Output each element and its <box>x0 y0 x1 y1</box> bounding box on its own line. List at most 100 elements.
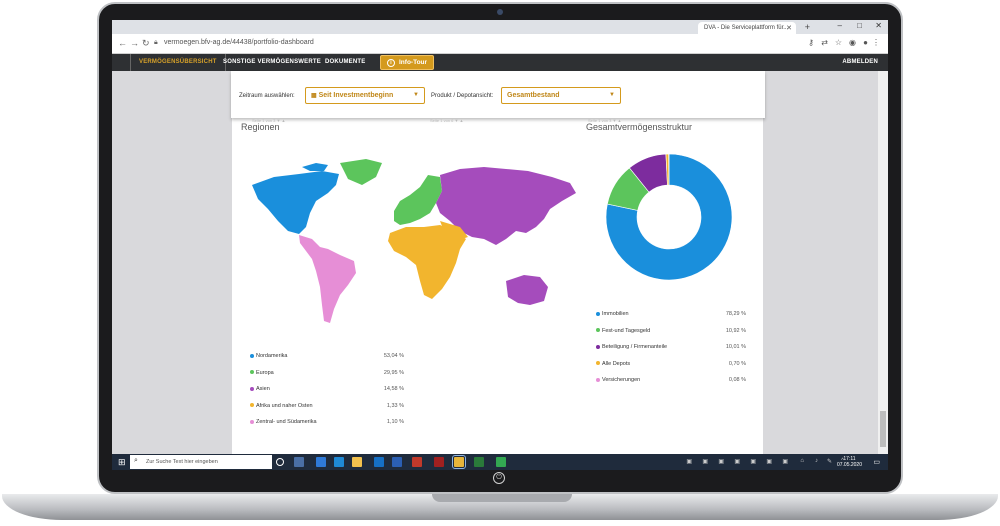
legend-value: 29,95 % <box>383 369 404 376</box>
product-value: Gesamtbestand <box>507 92 560 99</box>
excel-icon[interactable] <box>496 457 506 467</box>
filter-panel: Zeitraum auswählen: ▦ Seit Investmentbeg… <box>231 71 765 118</box>
teams-icon[interactable] <box>474 457 484 467</box>
tray-app-icon[interactable]: ▣ <box>766 458 772 465</box>
legend-swatch <box>596 311 600 316</box>
pen-icon[interactable]: ✎ <box>827 458 832 465</box>
legend-value: 10,92 % <box>725 327 746 334</box>
nav-sonstige-vermoegenswerte[interactable]: SONSTIGE VERMÖGENSWERTE <box>223 59 321 65</box>
legend-label: Immobilien <box>602 311 629 317</box>
tray-app-icon[interactable]: ▣ <box>782 458 788 465</box>
legend-swatch <box>250 386 254 391</box>
legend-label: Asien <box>256 386 270 392</box>
product-label: Produkt / Depotansicht: <box>431 93 494 99</box>
network-icon[interactable]: ⌂ <box>800 458 804 464</box>
legend-swatch <box>250 353 254 358</box>
scroll-thumb[interactable] <box>880 411 886 447</box>
pager-text: Seite 1 von 6 <box>430 118 454 123</box>
word-icon[interactable] <box>392 457 402 467</box>
legend-swatch <box>596 328 600 333</box>
nav-dokumente[interactable]: DOKUMENTE <box>325 59 365 65</box>
laptop-notch <box>432 494 572 502</box>
structure-title: Gesamtvermögensstruktur <box>586 122 693 132</box>
logout-link[interactable]: ABMELDEN <box>842 59 878 65</box>
nav-vermoegensuebersicht[interactable]: VERMÖGENSÜBERSICHT <box>130 54 226 71</box>
tray-app-icon[interactable]: ▣ <box>686 458 692 465</box>
legend-label: Alle Depots <box>602 360 631 367</box>
explorer-icon[interactable] <box>352 457 362 467</box>
volume-icon[interactable]: ♪ <box>815 458 818 464</box>
legend-label: Afrika und naher Osten <box>256 402 313 409</box>
menu-dots-icon[interactable]: ⋮ <box>872 38 880 47</box>
taskbar-clock[interactable]: 17:11 07.05.2020 <box>837 456 862 468</box>
powerpoint-icon[interactable] <box>412 457 422 467</box>
taskbar-search-placeholder: Zur Suche Text hier eingeben <box>146 459 218 465</box>
translate-icon[interactable]: ⇄ <box>821 38 828 47</box>
address-bar: ← → ↻ 🔒︎ vermoegen.bfv-ag.de/44438/portf… <box>112 34 888 54</box>
period-select[interactable]: ▦ Seit Investmentbeginn ▼ <box>305 87 425 104</box>
regions-legend-item: Asien <box>250 386 270 392</box>
url-field[interactable]: vermoegen.bfv-ag.de/44438/portfolio-dash… <box>164 39 314 46</box>
regions-legend-item: Afrika und naher Osten <box>250 403 313 409</box>
outlook-icon[interactable] <box>374 457 384 467</box>
lock-icon: 🔒︎ <box>154 39 158 46</box>
map-region-asia <box>506 275 548 305</box>
task-view-icon[interactable] <box>276 458 284 466</box>
legend-swatch <box>596 377 600 382</box>
browser-tab[interactable]: DVA - Die Serviceplattform für... ✕ <box>698 22 796 34</box>
clock-date: 07.05.2020 <box>836 462 862 468</box>
tray-app-icon[interactable]: ▣ <box>718 458 724 465</box>
minimize-icon[interactable]: – <box>838 21 842 30</box>
chrome-icon[interactable] <box>452 455 466 469</box>
tray-app-icon[interactable]: ▣ <box>734 458 740 465</box>
period-label: Zeitraum auswählen: <box>239 93 295 99</box>
structure-legend-item: Fest-und Tagesgeld <box>596 328 650 334</box>
tray-app-icon[interactable]: ▣ <box>750 458 756 465</box>
chevron-down-icon: ▼ <box>413 92 419 98</box>
reload-icon[interactable]: ↻ <box>142 38 150 49</box>
window-close-icon[interactable]: ✕ <box>875 21 882 30</box>
structure-legend-item: Versicherungen <box>596 377 640 383</box>
key-icon[interactable]: ⚷ <box>808 38 814 47</box>
chevron-down-icon: ▼ <box>609 92 615 98</box>
tab-close-icon[interactable]: ✕ <box>786 24 792 32</box>
info-tour-button[interactable]: i Info-Tour <box>380 55 434 70</box>
middle-pager[interactable]: Seite 1 von 6 ▼ ▲ <box>430 118 464 123</box>
ie-icon[interactable] <box>334 457 344 467</box>
legend-swatch <box>596 344 600 349</box>
extension-icon[interactable]: ◉ <box>849 38 856 47</box>
profile-icon[interactable]: ● <box>863 38 868 47</box>
structure-legend-item: Immobilien <box>596 311 629 317</box>
new-tab-icon[interactable]: + <box>805 22 810 32</box>
legend-label: Beteiligung / Firmenanteile <box>602 344 668 350</box>
legend-label: Fest-und Tagesgeld <box>602 327 651 334</box>
product-select[interactable]: Gesamtbestand ▼ <box>501 87 621 104</box>
windows-start-icon[interactable]: ⊞ <box>118 457 126 468</box>
back-icon[interactable]: ← <box>118 38 127 48</box>
search-icon: ⌕ <box>134 457 138 464</box>
windows-taskbar: ⊞ ⌕ Zur Suche Text hier eingeben ▣ ▣ ▣ ▣… <box>112 454 888 470</box>
maximize-icon[interactable]: □ <box>857 21 862 30</box>
legend-value: 1,33 % <box>386 402 404 409</box>
legend-value: 78,29 % <box>725 311 746 317</box>
world-map <box>252 159 576 323</box>
bookmark-star-icon[interactable]: ☆ <box>835 38 842 47</box>
tray-app-icon[interactable]: ▣ <box>702 458 708 465</box>
browser-tab-bar: DVA - Die Serviceplattform für... ✕ + – … <box>112 20 888 34</box>
donut-chart <box>605 153 733 281</box>
regions-legend-item: Nordamerika <box>250 353 287 359</box>
page-scrollbar[interactable] <box>878 71 888 454</box>
taskbar-search[interactable]: ⌕ Zur Suche Text hier eingeben <box>130 455 272 469</box>
legend-value: 10,01 % <box>725 344 746 350</box>
acrobat-icon[interactable] <box>434 457 444 467</box>
legend-value: 0,70 % <box>728 360 746 367</box>
legend-value: 14,58 % <box>383 386 404 392</box>
store-icon[interactable] <box>294 457 304 467</box>
info-icon: i <box>387 59 395 67</box>
notifications-icon[interactable]: ▭ <box>873 458 880 466</box>
regions-legend-item: Europa <box>250 370 274 376</box>
edge-icon[interactable] <box>316 457 326 467</box>
laptop-base <box>2 494 998 520</box>
forward-icon[interactable]: → <box>130 38 139 48</box>
legend-label: Nordamerika <box>256 353 288 359</box>
